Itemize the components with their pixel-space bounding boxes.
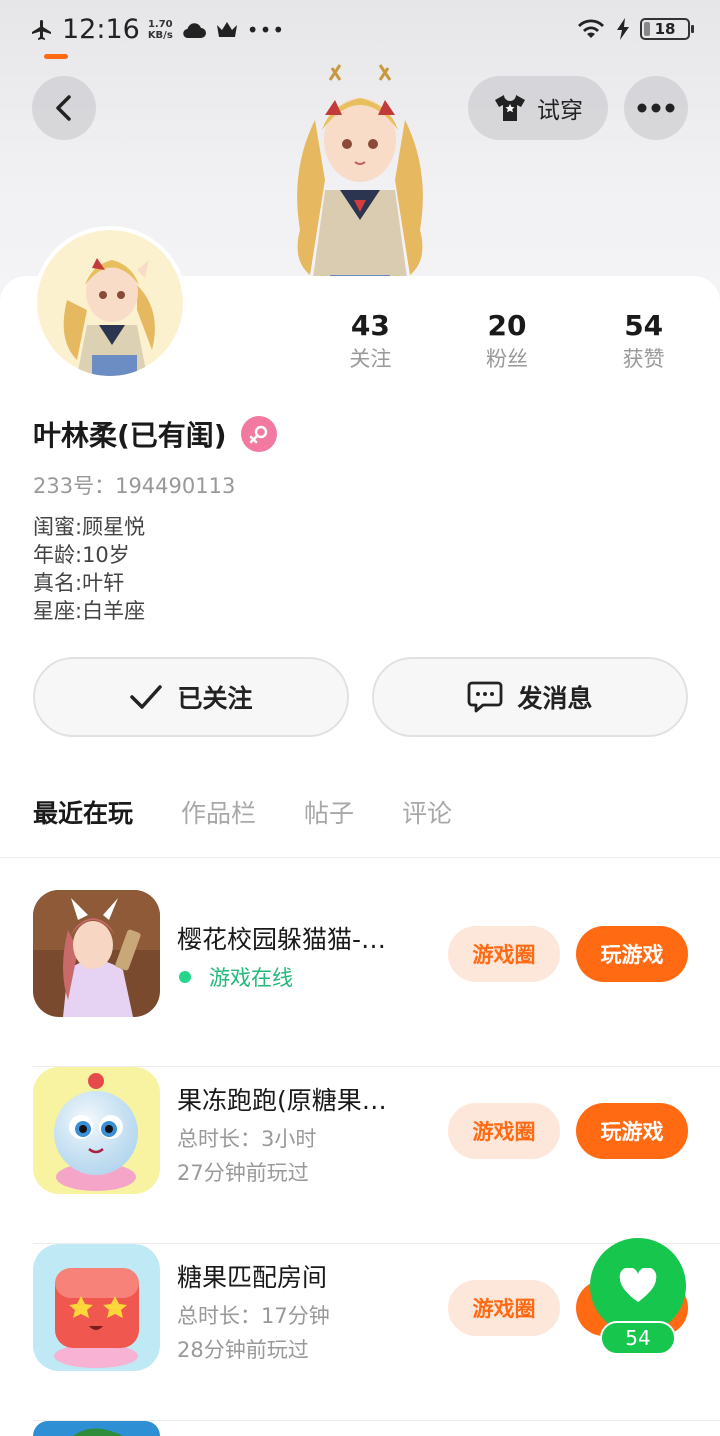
checkmark-icon xyxy=(130,685,163,709)
likes-label: 获赞 xyxy=(622,347,665,371)
game-icon-candy-match[interactable] xyxy=(33,1244,160,1371)
username-row: 叶林柔(已有闺) xyxy=(33,414,277,454)
play-game-button[interactable]: 玩游戏 xyxy=(576,1103,688,1159)
game-last-played: 27分钟前玩过 xyxy=(177,1161,309,1185)
profile-tabs: 最近在玩 作品栏 帖子 评论 xyxy=(33,794,452,830)
status-time: 12:16 xyxy=(62,14,140,45)
bio-line: 年龄:10岁 xyxy=(33,543,130,567)
wifi-icon xyxy=(578,19,604,38)
game-icon-partial[interactable] xyxy=(33,1421,160,1436)
game-title[interactable]: 果冻跑跑(原糖果… xyxy=(177,1081,422,1117)
game-circle-button[interactable]: 游戏圈 xyxy=(448,1280,560,1336)
send-message-label: 发消息 xyxy=(517,684,593,713)
game-circle-button[interactable]: 游戏圈 xyxy=(448,1103,560,1159)
battery-indicator: 18 xyxy=(640,18,694,40)
like-button[interactable] xyxy=(590,1238,686,1334)
play-game-button[interactable]: 玩游戏 xyxy=(576,926,688,982)
try-on-label: 试穿 xyxy=(537,98,583,124)
try-on-button[interactable]: 试穿 xyxy=(468,76,608,140)
game-circle-button[interactable]: 游戏圈 xyxy=(448,926,560,982)
bio-line: 闺蜜:顾星悦 xyxy=(33,515,146,539)
followed-label: 已关注 xyxy=(177,684,253,713)
avatar-character-image xyxy=(297,64,423,300)
tshirt-icon xyxy=(495,95,525,121)
game-title[interactable]: 樱花校园躲猫猫-… xyxy=(177,920,422,956)
charging-icon xyxy=(617,18,629,40)
network-speed: 1.70 KB/s xyxy=(148,19,173,41)
bio: 闺蜜:顾星悦 年龄:10岁 真名:叶轩 星座:白羊座 xyxy=(33,513,145,625)
bio-line: 星座:白羊座 xyxy=(33,599,146,623)
followers-count: 20 xyxy=(487,309,527,342)
game-playtime: 总时长：3小时 xyxy=(177,1127,317,1151)
stat-followers[interactable]: 20 粉丝 xyxy=(439,308,576,374)
more-notifications-icon: ••• xyxy=(246,17,286,42)
net-speed-value: 1.70 xyxy=(147,18,173,30)
more-dots-icon xyxy=(637,103,675,113)
game-list-item[interactable] xyxy=(33,1421,720,1436)
likes-count: 54 xyxy=(624,309,664,342)
tab-recently-played[interactable]: 最近在玩 xyxy=(33,794,133,830)
game-playtime: 总时长：17分钟 xyxy=(177,1304,330,1328)
chat-bubble-icon xyxy=(468,681,503,713)
user-id: 233号：194490113 xyxy=(33,474,236,498)
game-icon-jelly-run[interactable] xyxy=(33,1067,160,1194)
game-title[interactable]: 糖果匹配房间 xyxy=(177,1258,422,1294)
like-count-badge: 54 xyxy=(600,1321,676,1355)
stat-following[interactable]: 43 关注 xyxy=(302,308,439,374)
tab-works[interactable]: 作品栏 xyxy=(181,794,256,830)
game-list-item[interactable]: 果冻跑跑(原糖果… 总时长：3小时 27分钟前玩过 游戏圈 玩游戏 xyxy=(33,1067,720,1244)
bio-line: 真名:叶轩 xyxy=(33,571,125,595)
heart-icon xyxy=(619,1268,657,1302)
online-dot-icon xyxy=(179,971,191,983)
avatar-image xyxy=(37,230,183,376)
profile-stats: 43 关注 20 粉丝 54 获赞 xyxy=(302,308,712,374)
female-icon xyxy=(240,416,277,452)
battery-level: 18 xyxy=(654,20,676,38)
username: 叶林柔(已有闺) xyxy=(33,419,227,452)
cloud-icon xyxy=(183,22,206,38)
crown-icon xyxy=(216,21,237,37)
followers-label: 粉丝 xyxy=(486,347,528,371)
back-button[interactable] xyxy=(32,76,96,140)
active-tab-indicator xyxy=(44,54,68,59)
send-message-button[interactable]: 发消息 xyxy=(372,657,688,737)
chevron-left-icon xyxy=(56,95,71,121)
tab-posts[interactable]: 帖子 xyxy=(304,794,354,830)
avatar[interactable] xyxy=(33,226,187,380)
tab-comments[interactable]: 评论 xyxy=(402,794,452,830)
online-label: 游戏在线 xyxy=(209,966,293,990)
game-online-status: 游戏在线 xyxy=(177,962,293,992)
more-options-button[interactable] xyxy=(624,76,688,140)
followed-button[interactable]: 已关注 xyxy=(33,657,349,737)
net-speed-unit: KB/s xyxy=(147,29,173,41)
tabs-divider xyxy=(0,857,720,858)
game-list-item[interactable]: 樱花校园躲猫猫-… 游戏在线 游戏圈 玩游戏 xyxy=(33,890,720,1067)
game-icon-sakura-school[interactable] xyxy=(33,890,160,1017)
airplane-icon xyxy=(32,19,51,40)
game-last-played: 28分钟前玩过 xyxy=(177,1338,309,1362)
following-label: 关注 xyxy=(349,347,392,371)
stat-likes[interactable]: 54 获赞 xyxy=(575,308,712,374)
status-bar: 12:16 1.70 KB/s ••• 18 xyxy=(0,0,720,64)
following-count: 43 xyxy=(350,309,390,342)
